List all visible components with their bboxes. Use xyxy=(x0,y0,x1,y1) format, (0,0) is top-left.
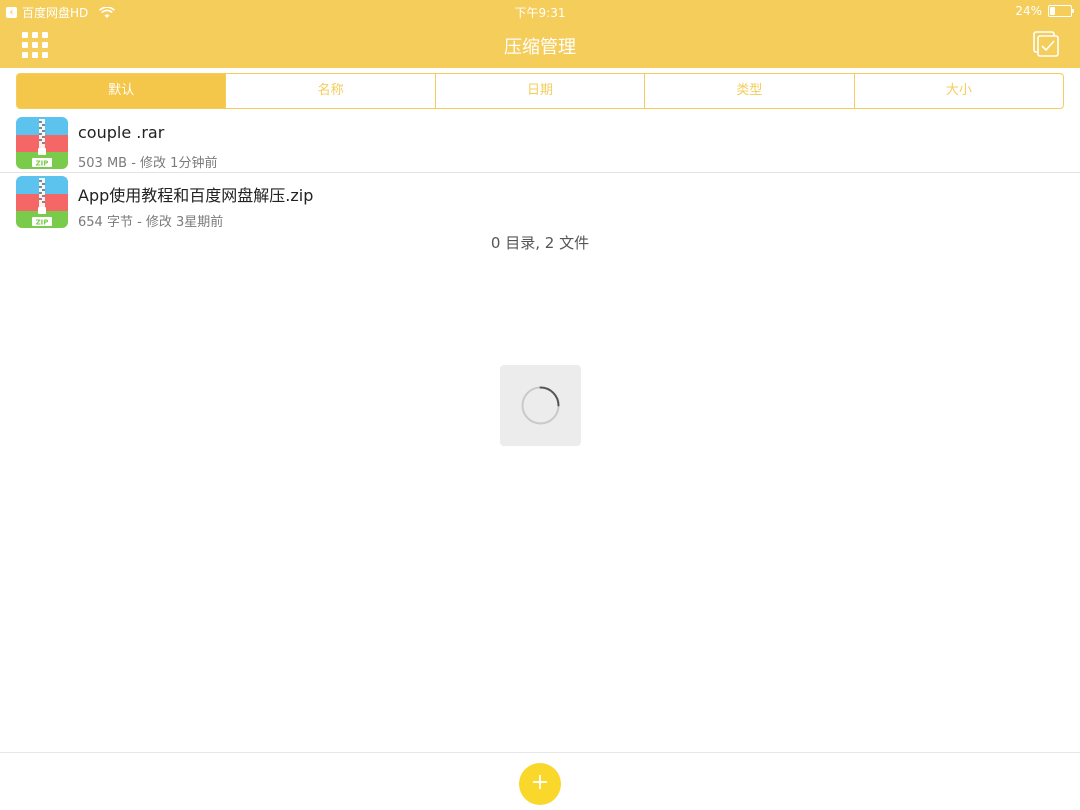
sort-tab-size[interactable]: 大小 xyxy=(855,74,1063,108)
spinner-icon xyxy=(521,386,560,425)
sort-tab-name[interactable]: 名称 xyxy=(226,74,436,108)
file-meta: 503 MB - 修改 1分钟前 xyxy=(78,156,218,171)
zip-icon-label: ZIP xyxy=(36,219,49,227)
file-meta: 654 字节 - 修改 3星期前 xyxy=(78,215,224,230)
sort-tab-type[interactable]: 类型 xyxy=(645,74,855,108)
battery-percent: 24% xyxy=(1015,4,1042,18)
add-button[interactable]: + xyxy=(519,763,561,805)
file-name: couple .rar xyxy=(78,123,165,142)
sort-segmented-control: 默认 名称 日期 类型 大小 xyxy=(16,73,1064,109)
battery-status: 24% xyxy=(1015,4,1074,18)
directory-summary: 0 目录, 2 文件 xyxy=(490,234,590,252)
battery-icon xyxy=(1048,5,1074,17)
page-title: 压缩管理 xyxy=(504,37,576,58)
zip-icon: ZIP xyxy=(16,176,68,228)
status-bar: ‹ 百度网盘HD 下午9:31 24% xyxy=(0,0,1080,22)
zip-icon-label: ZIP xyxy=(36,160,49,168)
app-window: ‹ 百度网盘HD 下午9:31 24% 压缩管理 默认 名称 日期 类型 大小 … xyxy=(0,0,1080,810)
header: ‹ 百度网盘HD 下午9:31 24% 压缩管理 xyxy=(0,0,1080,68)
sort-tab-default[interactable]: 默认 xyxy=(17,74,227,108)
loading-indicator xyxy=(500,365,581,446)
sort-tab-date[interactable]: 日期 xyxy=(436,74,646,108)
file-row[interactable]: ZIP App使用教程和百度网盘解压.zip 654 字节 - 修改 3星期前 xyxy=(0,172,1080,230)
file-name: App使用教程和百度网盘解压.zip xyxy=(78,186,314,205)
nav-bar: 压缩管理 xyxy=(0,22,1080,68)
zip-icon: ZIP xyxy=(16,117,68,169)
file-list: ZIP couple .rar 503 MB - 修改 1分钟前 ZIP App… xyxy=(0,114,1080,230)
battery-fill xyxy=(1050,7,1055,15)
file-row[interactable]: ZIP couple .rar 503 MB - 修改 1分钟前 xyxy=(0,114,1080,172)
status-time: 下午9:31 xyxy=(514,6,566,20)
bottom-toolbar: + xyxy=(0,752,1080,810)
select-button[interactable] xyxy=(1032,30,1060,58)
